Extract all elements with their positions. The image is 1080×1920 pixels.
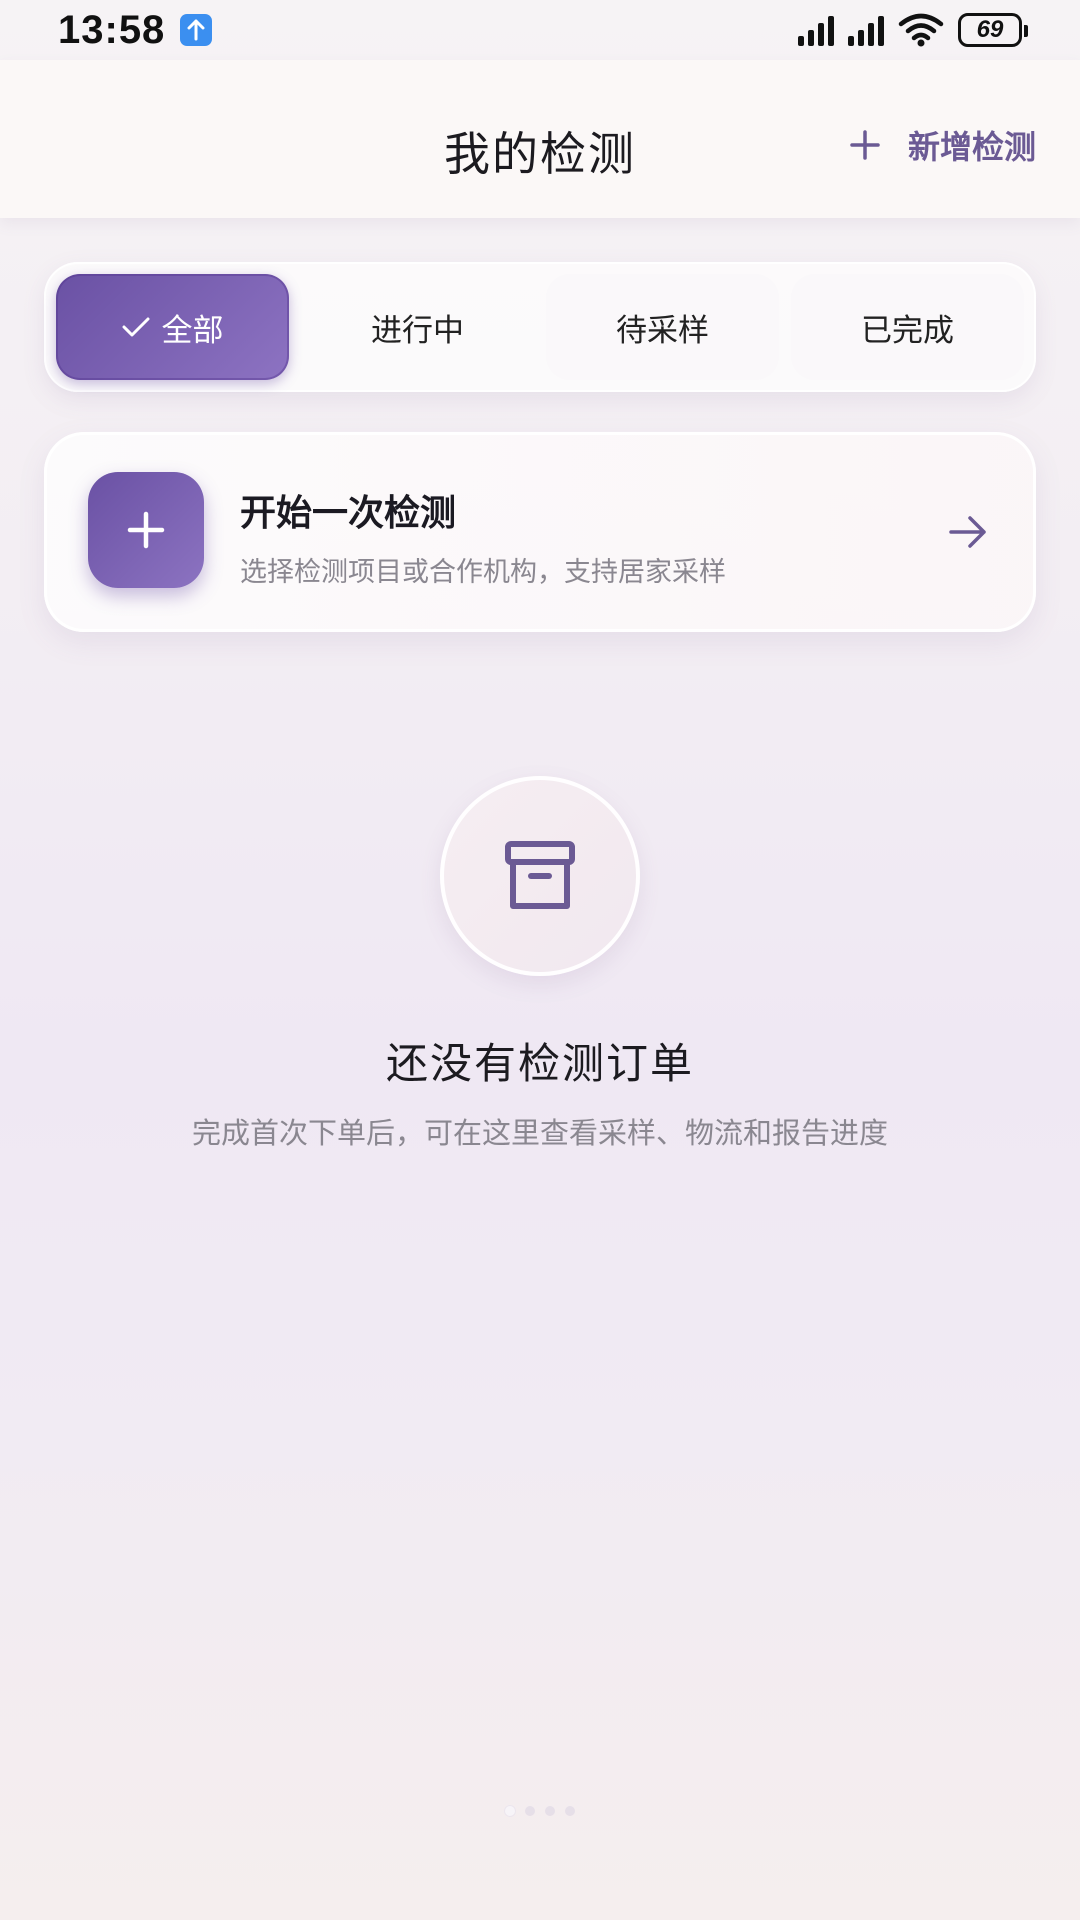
tab-label: 进行中: [371, 312, 464, 349]
tab-label: 全部: [161, 312, 224, 349]
plus-icon: [850, 130, 880, 160]
arrow-right-icon: [949, 516, 986, 548]
start-card-subtitle: 选择检测项目或合作机构，支持居家采样: [240, 557, 726, 588]
check-icon: [122, 317, 149, 337]
tab-in-progress[interactable]: 进行中: [301, 274, 534, 380]
tab-label: 待采样: [616, 312, 709, 349]
page-dot: [565, 1806, 575, 1816]
add-test-label: 新增检测: [907, 128, 1036, 166]
wifi-icon: [898, 13, 944, 47]
upload-status-icon: [180, 14, 212, 46]
tab-completed[interactable]: 已完成: [791, 274, 1024, 380]
tab-pending-sampling[interactable]: 待采样: [546, 274, 779, 380]
page-dot: [545, 1806, 555, 1816]
page-dot: [525, 1806, 535, 1816]
start-test-card[interactable]: 开始一次检测 选择检测项目或合作机构，支持居家采样: [44, 432, 1036, 632]
plus-icon: [127, 511, 165, 549]
empty-state-icon-circle: [440, 776, 640, 976]
start-card-title: 开始一次检测: [240, 493, 457, 534]
empty-state-title: 还没有检测订单: [385, 1039, 694, 1088]
signal-icon-1: [798, 14, 834, 46]
page-dot: [505, 1806, 515, 1816]
empty-state-subtitle: 完成首次下单后，可在这里查看采样、物流和报告进度: [191, 1116, 888, 1150]
filter-tabs: 全部 进行中 待采样 已完成: [44, 262, 1036, 392]
status-time: 13:58: [58, 8, 166, 52]
tab-all[interactable]: 全部: [56, 274, 289, 380]
start-plus-tile: [88, 472, 204, 588]
add-test-button[interactable]: 新增检测: [850, 120, 1036, 170]
status-bar: 13:58 69: [0, 0, 1080, 60]
battery-icon: 69: [958, 13, 1028, 47]
page-indicator: [0, 1806, 1080, 1816]
archive-box-icon: [505, 841, 575, 909]
header: 我的检测 新增检测: [0, 60, 1080, 218]
tab-label: 已完成: [861, 312, 954, 349]
signal-icon-2: [848, 14, 884, 46]
